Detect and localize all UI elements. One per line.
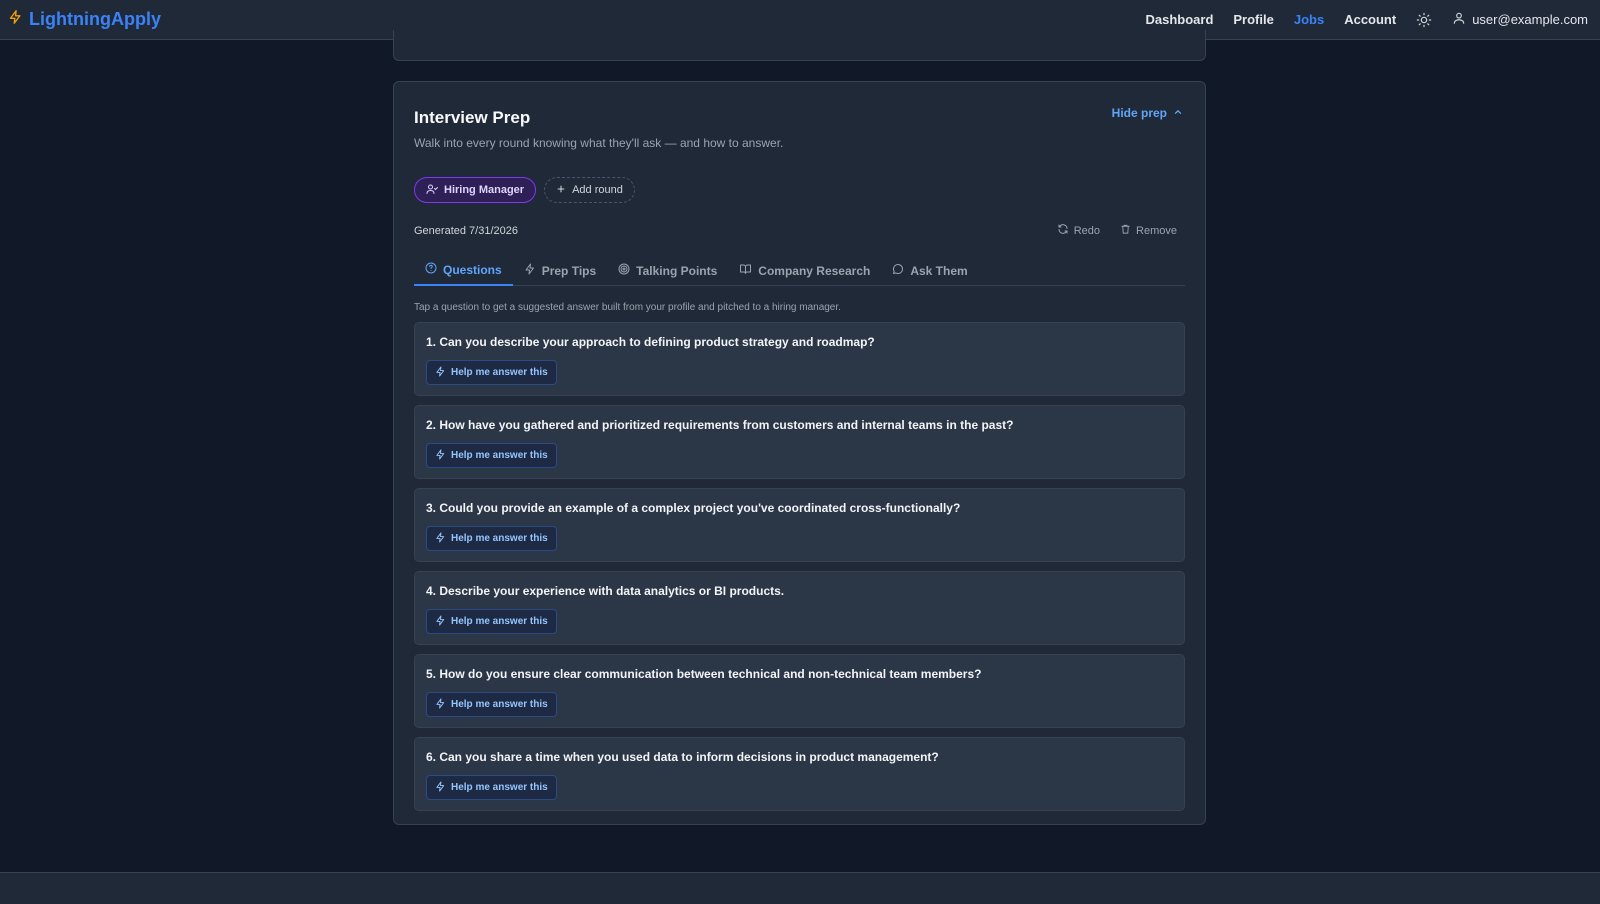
tab-talking-points[interactable]: Talking Points xyxy=(607,255,728,286)
add-round-button[interactable]: Add round xyxy=(544,177,635,203)
help-me-answer-button[interactable]: Help me answer this xyxy=(426,443,557,468)
question-item[interactable]: 6. Can you share a time when you used da… xyxy=(414,737,1185,811)
remove-button[interactable]: Remove xyxy=(1120,223,1177,238)
tab-label: Questions xyxy=(443,262,502,277)
lightning-bolt-icon xyxy=(8,8,23,31)
remove-label: Remove xyxy=(1136,224,1177,237)
tab-label: Company Research xyxy=(758,263,871,278)
target-icon xyxy=(618,263,630,278)
question-item[interactable]: 4. Describe your experience with data an… xyxy=(414,571,1185,645)
lightning-icon xyxy=(435,780,446,795)
lightning-icon xyxy=(435,614,446,629)
help-button-label: Help me answer this xyxy=(451,367,548,378)
round-chip-label: Hiring Manager xyxy=(444,184,525,196)
help-button-label: Help me answer this xyxy=(451,450,548,461)
lightning-icon xyxy=(435,448,446,463)
redo-button[interactable]: Redo xyxy=(1057,223,1100,238)
generated-date: Generated 7/31/2026 xyxy=(414,224,518,237)
lightning-icon xyxy=(524,263,536,278)
book-open-icon xyxy=(739,263,752,278)
help-button-label: Help me answer this xyxy=(451,782,548,793)
question-text: 2. How have you gathered and prioritized… xyxy=(426,418,1014,432)
brand-name: LightningApply xyxy=(29,9,161,29)
question-text: 6. Can you share a time when you used da… xyxy=(426,750,939,764)
user-email: user@example.com xyxy=(1472,12,1588,27)
user-menu[interactable]: user@example.com xyxy=(1452,11,1588,28)
help-circle-icon xyxy=(425,262,437,277)
interview-prep-card: Interview Prep Walk into every round kno… xyxy=(393,81,1206,825)
help-button-label: Help me answer this xyxy=(451,533,548,544)
question-item[interactable]: 5. How do you ensure clear communication… xyxy=(414,654,1185,728)
theme-toggle-sun-icon[interactable] xyxy=(1416,12,1432,28)
nav-dashboard[interactable]: Dashboard xyxy=(1145,12,1213,27)
tab-company-research[interactable]: Company Research xyxy=(728,255,881,286)
question-list: 1. Can you describe your approach to def… xyxy=(414,322,1185,811)
prep-subtitle: Walk into every round knowing what they'… xyxy=(414,136,784,150)
trash-icon xyxy=(1120,223,1131,238)
page-footer xyxy=(0,872,1600,904)
tab-label: Ask Them xyxy=(910,263,968,278)
user-icon xyxy=(1452,11,1466,28)
message-circle-icon xyxy=(892,263,904,278)
question-text: 1. Can you describe your approach to def… xyxy=(426,335,875,349)
main-nav: Dashboard Profile Jobs Account user@exam… xyxy=(1145,11,1588,28)
prep-tabs: Questions Prep Tips Talking Points Compa… xyxy=(414,255,1185,286)
help-me-answer-button[interactable]: Help me answer this xyxy=(426,775,557,800)
add-round-label: Add round xyxy=(572,184,623,196)
question-item[interactable]: 2. How have you gathered and prioritized… xyxy=(414,405,1185,479)
help-me-answer-button[interactable]: Help me answer this xyxy=(426,692,557,717)
hide-prep-label: Hide prep xyxy=(1111,106,1167,120)
help-button-label: Help me answer this xyxy=(451,616,548,627)
tab-label: Talking Points xyxy=(636,263,718,278)
tab-questions[interactable]: Questions xyxy=(414,255,513,286)
lightning-icon xyxy=(435,697,446,712)
question-text: 4. Describe your experience with data an… xyxy=(426,584,785,598)
plus-icon xyxy=(556,184,566,197)
nav-account[interactable]: Account xyxy=(1344,12,1396,27)
help-me-answer-button[interactable]: Help me answer this xyxy=(426,360,557,385)
users-icon xyxy=(426,183,438,198)
hide-prep-button[interactable]: Hide prep xyxy=(1112,106,1183,120)
refresh-icon xyxy=(1057,223,1069,238)
help-me-answer-button[interactable]: Help me answer this xyxy=(426,526,557,551)
nav-jobs[interactable]: Jobs xyxy=(1294,12,1324,27)
redo-label: Redo xyxy=(1073,224,1101,237)
question-item[interactable]: 3. Could you provide an example of a com… xyxy=(414,488,1185,562)
previous-section-card xyxy=(393,30,1206,61)
lightning-icon xyxy=(435,531,446,546)
tab-ask-them[interactable]: Ask Them xyxy=(881,255,978,286)
round-selector: Hiring Manager Add round xyxy=(414,177,1185,203)
prep-title: Interview Prep xyxy=(414,108,531,127)
help-me-answer-button[interactable]: Help me answer this xyxy=(426,609,557,634)
questions-hint: Tap a question to get a suggested answer… xyxy=(414,302,841,313)
tab-prep-tips[interactable]: Prep Tips xyxy=(513,255,607,286)
question-text: 3. Could you provide an example of a com… xyxy=(426,501,961,515)
help-button-label: Help me answer this xyxy=(451,699,548,710)
tab-label: Prep Tips xyxy=(541,263,597,278)
lightning-icon xyxy=(435,365,446,380)
question-text: 5. How do you ensure clear communication… xyxy=(426,667,982,681)
brand-logo[interactable]: LightningApply xyxy=(8,8,161,31)
round-chip-hiring-manager[interactable]: Hiring Manager xyxy=(414,177,537,203)
chevron-up-icon xyxy=(1173,106,1183,120)
nav-profile[interactable]: Profile xyxy=(1233,12,1273,27)
question-item[interactable]: 1. Can you describe your approach to def… xyxy=(414,322,1185,396)
